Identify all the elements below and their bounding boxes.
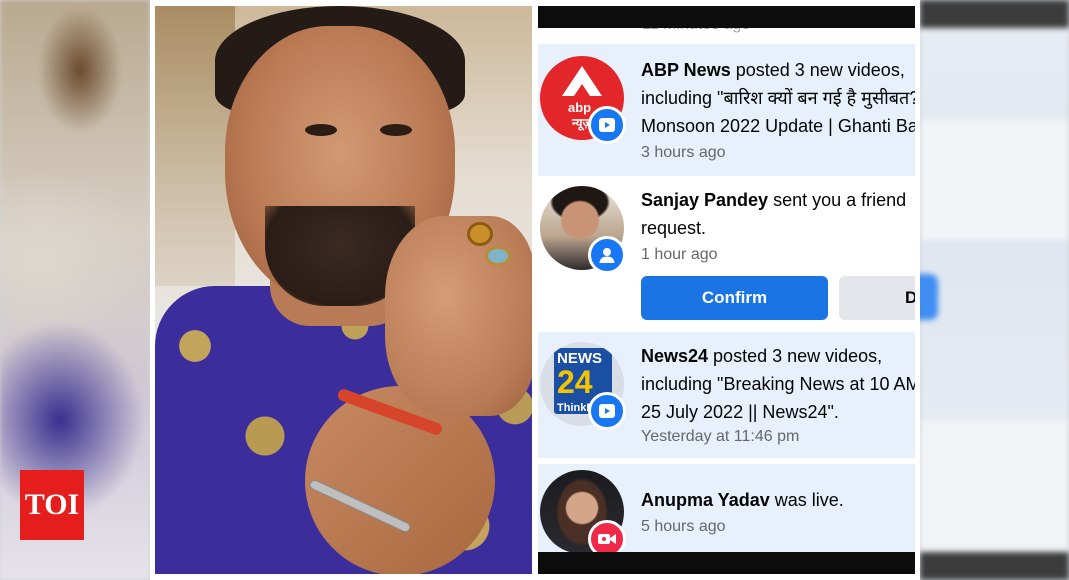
- abp-triangle-inner: [574, 84, 590, 96]
- notification-abp-news[interactable]: abp न्यूज़ ABP News posted 3 new videos,…: [538, 44, 915, 176]
- avatar-sanjay-pandey[interactable]: [540, 186, 626, 274]
- text-line2: request.: [641, 218, 707, 238]
- abp-logo-text: abp: [568, 100, 592, 115]
- notification-time: 3 hours ago: [641, 144, 726, 161]
- notification-anupma-yadav[interactable]: Anupma Yadav was live. 5 hours ago: [538, 464, 915, 558]
- notification-friend-request[interactable]: Sanjay Pandey sent you a friend request.…: [538, 176, 915, 328]
- text-line1: sent you a friend: [768, 190, 907, 210]
- text-line1: posted 3 new videos,: [730, 60, 905, 80]
- stone-ring: [485, 246, 511, 266]
- text-line3: Monsoon 2022 Update | Ghanti Bajao: [641, 116, 915, 136]
- avatar-abp-news[interactable]: abp न्यूज़: [540, 56, 626, 144]
- video-icon: [588, 392, 626, 430]
- notification-time: 5 hours ago: [641, 518, 726, 535]
- notification-text: ABP News posted 3 new videos, including …: [641, 56, 915, 140]
- text-line2: including "बारिश क्यों बन गई है मुसीबत?: [641, 88, 915, 108]
- right-eye: [380, 124, 412, 136]
- notification-news24[interactable]: NEWS 24 ThinkFirst News24 posted 3 new v…: [538, 332, 915, 458]
- actor-photo: [155, 6, 532, 574]
- actor-name: Sanjay Pandey: [641, 190, 769, 210]
- actor-name: Anupma Yadav: [641, 490, 770, 510]
- person-icon: [588, 236, 626, 274]
- avatar-anupma-yadav[interactable]: [540, 470, 626, 558]
- notification-time: Yesterday at 11:46 pm: [641, 428, 800, 445]
- top-black-bar: [538, 6, 915, 28]
- gold-ring: [467, 222, 493, 246]
- delete-button[interactable]: Delete: [839, 276, 915, 320]
- left-eye: [305, 124, 337, 136]
- blurred-background-right: [912, 0, 1069, 580]
- text-line1: posted 3 new videos,: [708, 346, 883, 366]
- text-line2: including "Breaking News at 10 AM |: [641, 374, 915, 394]
- bottom-black-bar: [538, 552, 915, 574]
- hand: [385, 216, 532, 416]
- actor-name: ABP News: [641, 60, 731, 80]
- toi-logo: TOI: [20, 470, 84, 540]
- notification-text: News24 posted 3 new videos, including "B…: [641, 342, 915, 426]
- notification-text: Anupma Yadav was live.: [641, 486, 915, 514]
- text-line3: 25 July 2022 || News24".: [641, 402, 839, 422]
- confirm-button[interactable]: Confirm: [641, 276, 828, 320]
- news24-logo-number: 24: [557, 364, 593, 400]
- notification-time: 1 hour ago: [641, 246, 718, 263]
- toi-logo-text: TOI: [24, 488, 80, 521]
- video-icon: [588, 106, 626, 144]
- notification-text: Sanjay Pandey sent you a friend request.: [641, 186, 915, 242]
- avatar-news24[interactable]: NEWS 24 ThinkFirst: [540, 342, 626, 430]
- notifications-screenshot: 11 minutes ago abp न्यूज़ ABP News poste…: [538, 6, 915, 574]
- text-line1: was live.: [769, 490, 844, 510]
- actor-name: News24: [641, 346, 709, 366]
